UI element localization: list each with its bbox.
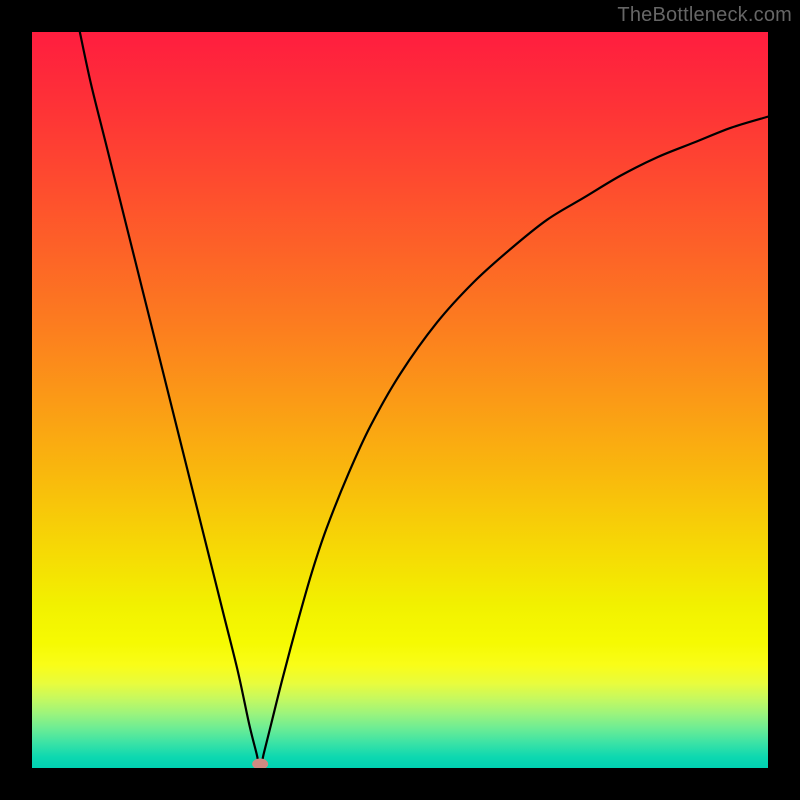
watermark-text: TheBottleneck.com [617,4,792,27]
chart-svg [32,32,768,768]
plot-background [32,32,768,768]
chart-frame: TheBottleneck.com [0,0,800,800]
plot-area [32,32,768,768]
